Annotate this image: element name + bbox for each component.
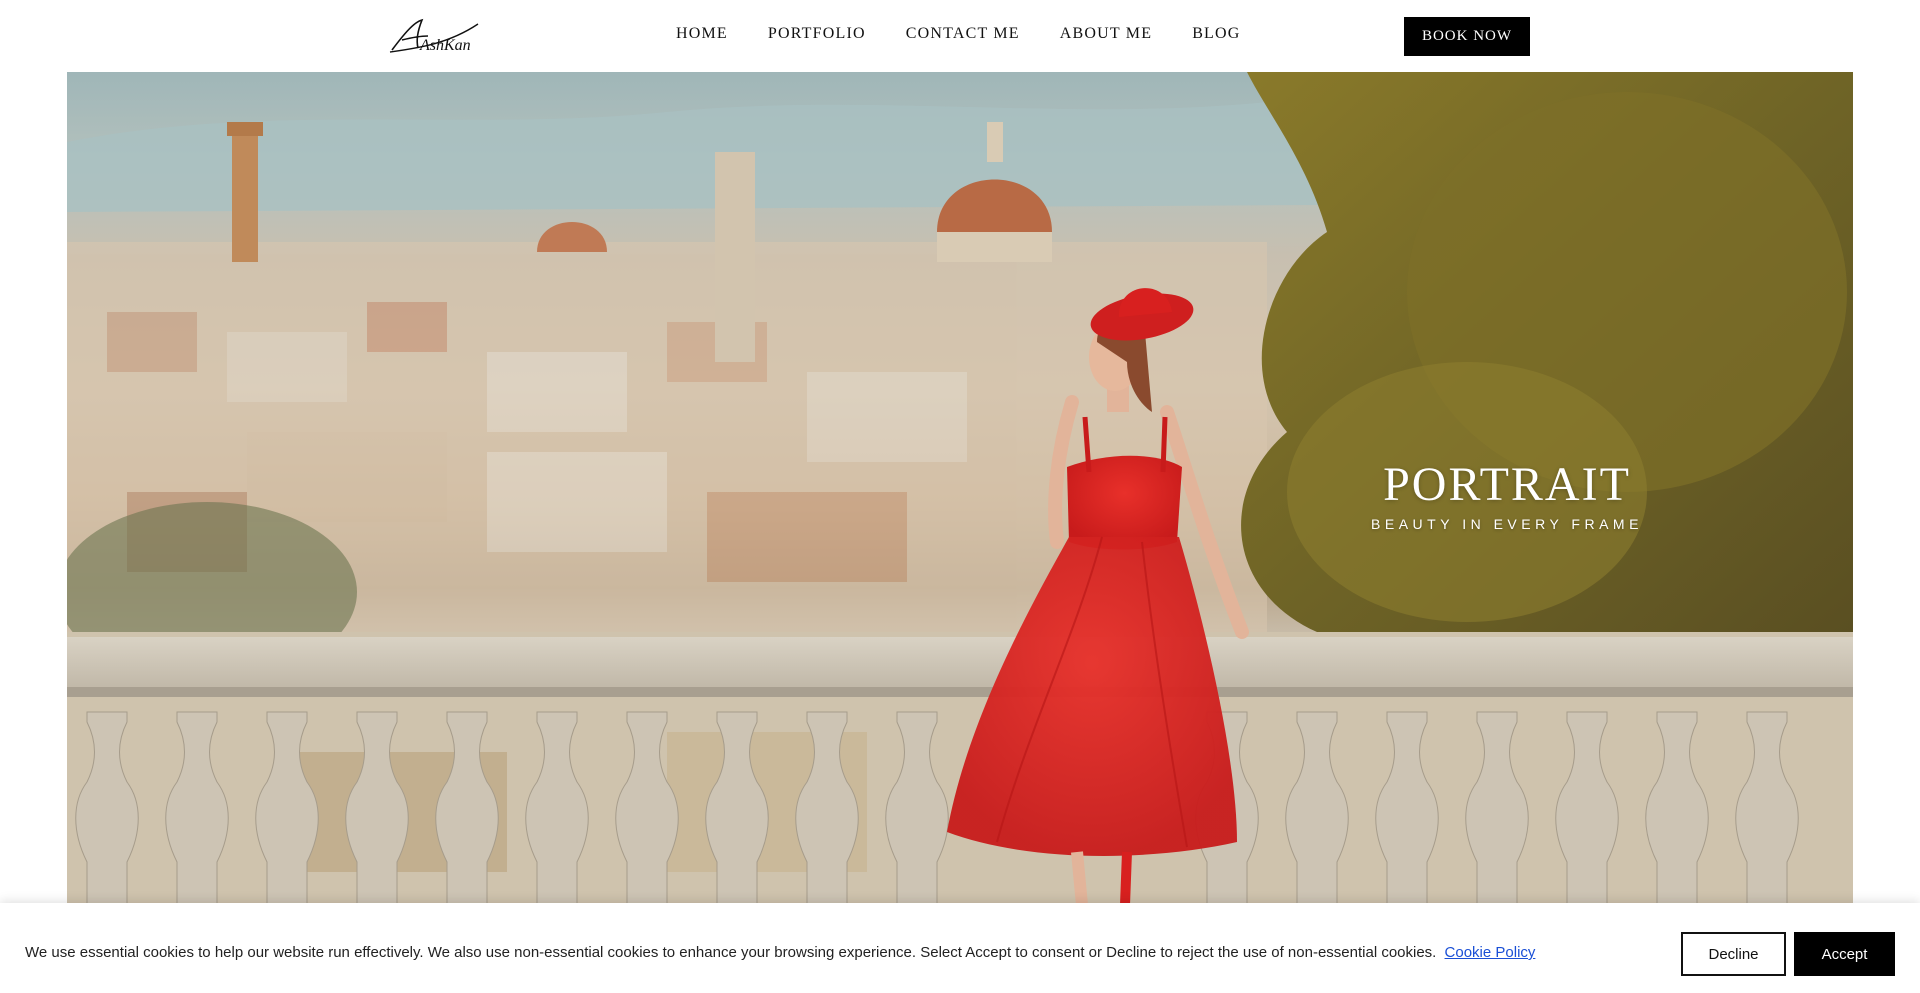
cookie-message-row: We use essential cookies to help our web… — [25, 944, 1535, 961]
hero-banner: PORTRAIT BEAUTY IN EVERY FRAME — [67, 72, 1853, 905]
logo-signature-icon: AshKan — [389, 18, 479, 54]
cookie-message: We use essential cookies to help our web… — [25, 944, 1437, 961]
hero-subtitle: BEAUTY IN EVERY FRAME — [1371, 516, 1643, 532]
nav-blog[interactable]: BLOG — [1192, 25, 1240, 43]
accept-button[interactable]: Accept — [1794, 932, 1895, 976]
nav-portfolio[interactable]: PORTFOLIO — [768, 25, 866, 43]
logo[interactable]: AshKan — [388, 14, 480, 56]
book-now-button[interactable]: BOOK NOW — [1404, 17, 1530, 56]
hero-title: PORTRAIT — [1383, 458, 1631, 511]
nav-contact-me[interactable]: CONTACT ME — [906, 25, 1020, 43]
decline-button[interactable]: Decline — [1681, 932, 1786, 976]
nav-about-me[interactable]: ABOUT ME — [1060, 25, 1152, 43]
logo-text: AshKan — [419, 37, 471, 54]
cookie-banner: We use essential cookies to help our web… — [0, 903, 1920, 993]
site-header: AshKan HOME PORTFOLIO CONTACT ME ABOUT M… — [0, 0, 1920, 72]
main-nav: HOME PORTFOLIO CONTACT ME ABOUT ME BLOG — [676, 25, 1241, 43]
nav-home[interactable]: HOME — [676, 25, 728, 43]
cookie-policy-link[interactable]: Cookie Policy — [1445, 944, 1536, 961]
